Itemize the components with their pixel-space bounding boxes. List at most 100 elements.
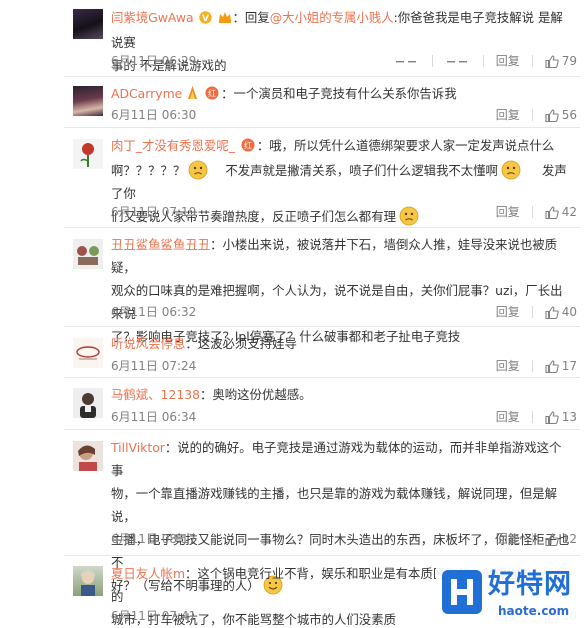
action-divider (531, 206, 533, 218)
comment-time: 6月11日 08:17 (111, 532, 197, 546)
watermark-url: haote.com (498, 604, 570, 618)
action-divider (531, 360, 533, 372)
comment-username[interactable]: 丑丑鲨鱼鲨鱼丑丑 (111, 237, 210, 252)
action-divider (531, 306, 533, 318)
like-count: 17 (561, 359, 577, 373)
avatar[interactable] (73, 139, 103, 169)
mention-link[interactable]: @大小姐的专属小贱人 (270, 10, 394, 25)
like-button[interactable]: 12 (545, 530, 577, 548)
reply-button[interactable]: 回复 (496, 357, 520, 375)
like-button[interactable]: 79 (545, 52, 577, 70)
comment-time: 6月11日 07:24 (111, 359, 197, 373)
comment-username[interactable]: TillViktor (111, 440, 165, 455)
watermark-logo-icon (442, 570, 482, 614)
like-button[interactable]: 13 (545, 408, 577, 426)
comment-time: 6月11日 07:19 (111, 205, 197, 219)
comment-meta: 6月11日 06:29 回复 79 (111, 52, 577, 70)
comment-meta: 6月11日 06:32 回复 40 (111, 303, 577, 321)
avatar[interactable] (73, 388, 103, 418)
like-button[interactable]: 56 (545, 106, 577, 124)
comment-divider (64, 227, 580, 228)
comment-divider (64, 429, 580, 430)
comment-meta: 6月11日 07:19 回复 42 (111, 203, 577, 221)
avatar[interactable] (73, 566, 103, 596)
watermark-name: 好特网 (488, 569, 572, 600)
avatar[interactable] (73, 9, 103, 39)
comment-actions: 回复 40 (496, 303, 577, 321)
comment-actions: 回复 13 (496, 408, 577, 426)
like-button[interactable]: 17 (545, 357, 577, 375)
like-count: 79 (561, 54, 577, 68)
comment-actions: 回复 42 (496, 203, 577, 221)
reply-button[interactable]: 回复 (496, 303, 520, 321)
comment-text-part: 啊？？？？？ (111, 163, 186, 178)
comment-divider (64, 555, 580, 556)
reply-button[interactable]: 回复 (496, 203, 520, 221)
member-crown-icon (218, 8, 232, 31)
flame-badge-icon (187, 84, 198, 107)
comment-username[interactable]: ADCarryme (111, 86, 182, 101)
action-divider (531, 55, 533, 67)
thumbs-up-icon (545, 532, 559, 546)
comment-username[interactable]: 听说风会停息 (111, 336, 185, 351)
like-count: 12 (561, 532, 577, 546)
comment-username[interactable]: 夏日友人帐m (111, 566, 185, 581)
level-badge-icon: 红 (204, 84, 220, 107)
like-button[interactable]: 42 (545, 203, 577, 221)
like-count: 40 (561, 305, 577, 319)
comment-text: 马鹤斌、12138：奥哟这份优越感。 (111, 383, 573, 406)
comment-actions: 回复 17 (496, 357, 577, 375)
comment-divider (64, 377, 580, 378)
avatar[interactable] (73, 86, 103, 116)
thumbs-up-icon (545, 54, 559, 68)
thumbs-up-icon (545, 108, 559, 122)
reply-button[interactable]: 回复 (496, 408, 520, 426)
action-divider (531, 109, 533, 121)
comment-actions: 回复 79 (394, 52, 577, 70)
comment-time: 6月11日 06:34 (111, 410, 197, 424)
reply-button[interactable]: 回复 (496, 530, 520, 548)
like-count: 13 (561, 410, 577, 424)
comment-text-part: ：哦，所以凭什么道德绑架要求人家一定发声说点什么 (256, 138, 555, 153)
comment-divider (64, 76, 580, 77)
report-link[interactable] (445, 55, 471, 67)
comment-username[interactable]: 马鹤斌、12138 (111, 387, 200, 402)
comment-time: 6月11日 06:30 (111, 108, 197, 122)
avatar[interactable] (73, 338, 103, 368)
comment-text-part: 物，一个靠直播游戏赚钱的主播，也只是靠的游戏为载体赚钱，解说同理，但是解说， (111, 486, 558, 524)
confused-emoji-icon (188, 160, 208, 180)
comment-text-part: 不发声就是撇清关系，喷子们什么逻辑我不太懂啊 (225, 163, 498, 178)
delete-button[interactable] (394, 55, 420, 67)
comment-divider (64, 326, 580, 327)
comment-text-part: ：奥哟这份优越感。 (199, 387, 312, 402)
comment-username[interactable]: 肉丁_才没有秀恩爱呢_ (111, 138, 235, 153)
comment-text-part: ：这波必须支持娃导 (185, 336, 297, 351)
svg-text:红: 红 (244, 140, 252, 150)
svg-text:红: 红 (208, 88, 216, 98)
thumbs-up-icon (545, 305, 559, 319)
thumbs-up-icon (545, 205, 559, 219)
avatar[interactable] (73, 441, 103, 471)
reply-button[interactable]: 回复 (496, 52, 520, 70)
comment-meta: 6月11日 08:17 回复 12 (111, 530, 577, 548)
site-watermark: 好特网 haote.com (436, 566, 586, 628)
confused-emoji-icon (501, 160, 521, 180)
comment-actions: 回复 56 (496, 106, 577, 124)
svg-text:V: V (202, 14, 209, 24)
action-divider (531, 411, 533, 423)
comment-divider (64, 127, 580, 128)
comment-text-part: ：说的的确好。电子竞技是通过游戏为载体的运动，而并非单指游戏这个事 (111, 440, 562, 478)
comment-time: 6月11日 06:29 (111, 54, 197, 68)
avatar[interactable] (73, 239, 103, 269)
comment-text-part: ：回复 (232, 10, 270, 25)
like-count: 56 (561, 108, 577, 122)
like-button[interactable]: 40 (545, 303, 577, 321)
comment-username[interactable]: 闫紫境GwAwa (111, 10, 194, 25)
comment-time: 6月11日 06:32 (111, 305, 197, 319)
comment-actions: 回复 12 (496, 530, 577, 548)
reply-button[interactable]: 回复 (496, 106, 520, 124)
comment-time: 6月11日 07:41 (111, 609, 197, 623)
action-divider (482, 55, 484, 67)
thumbs-up-icon (545, 359, 559, 373)
comment-meta: 6月11日 06:30 回复 56 (111, 106, 577, 124)
